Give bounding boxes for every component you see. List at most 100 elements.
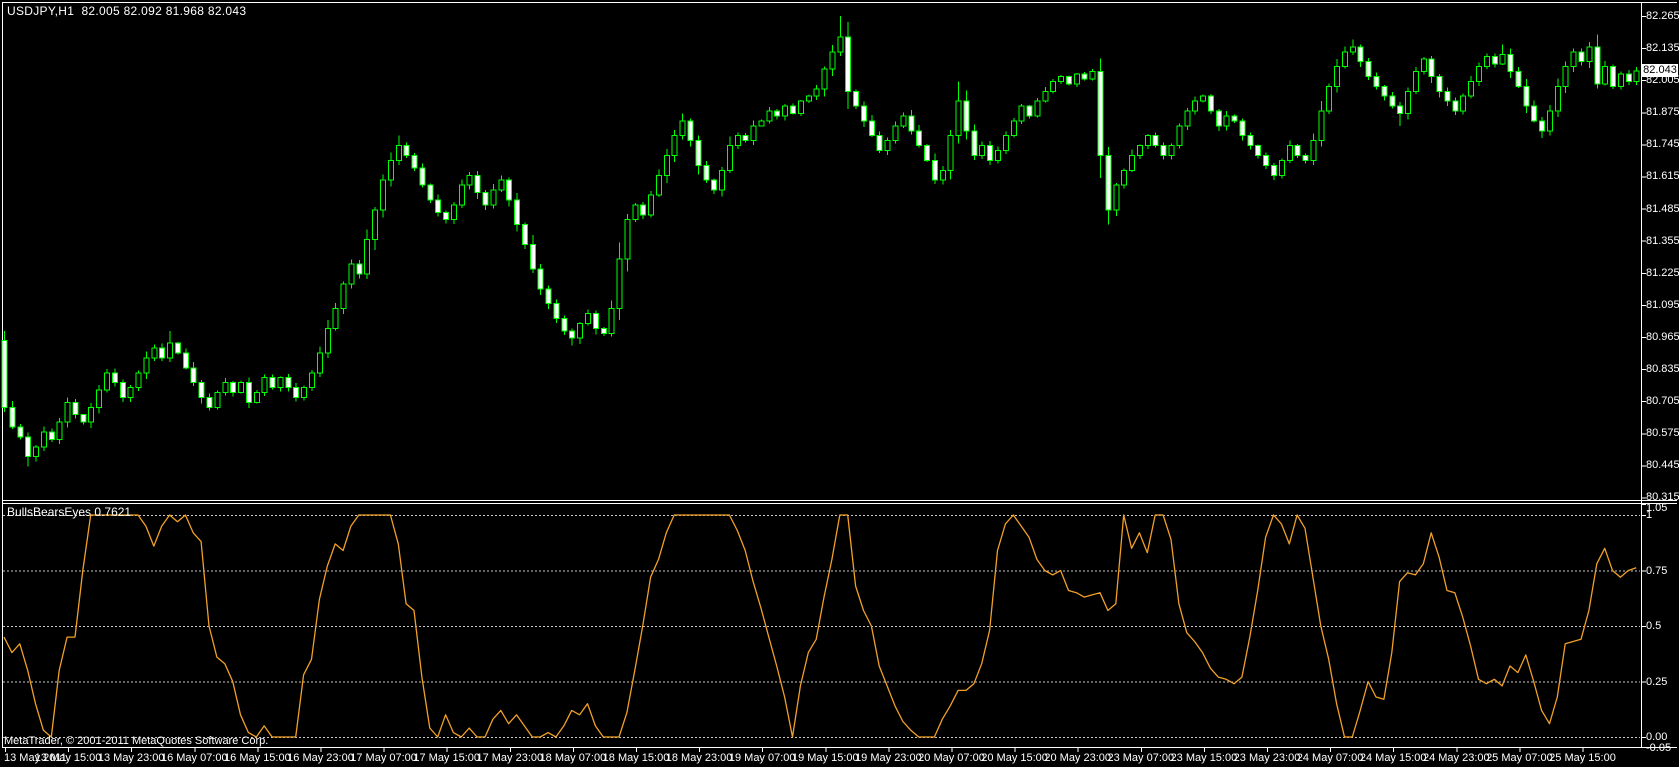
candle-bear <box>1264 155 1269 165</box>
candle-bull <box>302 388 307 398</box>
candle-bull <box>680 121 685 136</box>
time-axis-label: 20 May 07:00 <box>918 752 985 764</box>
candle-bull <box>1350 47 1355 52</box>
indicator-value: 0.7621 <box>94 505 131 519</box>
candle-bull <box>105 373 110 390</box>
indicator-axis-label: 0.5 <box>1646 620 1661 632</box>
candle-bear <box>246 383 251 403</box>
candle-bull <box>830 52 835 69</box>
candle-bull <box>649 195 654 215</box>
candle-bull <box>1484 57 1489 67</box>
candle-bear <box>1508 54 1513 71</box>
price-axis-label: 81.225 <box>1646 267 1679 279</box>
candle-bull <box>1193 101 1198 111</box>
candle-bull <box>1421 59 1426 71</box>
candle-bear <box>846 37 851 91</box>
time-axis-label: 18 May 07:00 <box>540 752 607 764</box>
candle-bull <box>759 121 764 126</box>
candle-bear <box>1540 121 1545 131</box>
candle-bull <box>451 205 456 220</box>
candle-bull <box>254 393 259 403</box>
candle-bear <box>1445 91 1450 101</box>
candle-bear <box>1208 96 1213 111</box>
candle-bear <box>420 168 425 185</box>
candle-bull <box>822 69 827 89</box>
indicator-name: BullsBearsEyes <box>7 505 91 519</box>
candle-bull <box>956 101 961 136</box>
candle-bull <box>136 373 141 388</box>
candle-bear <box>964 101 969 131</box>
candle-bear <box>1358 47 1363 62</box>
time-axis-label: 23 May 15:00 <box>1171 752 1238 764</box>
candle-bear <box>1295 146 1300 156</box>
candle-bull <box>223 383 228 393</box>
candle-bull <box>333 309 338 329</box>
candle-bear <box>1240 121 1245 136</box>
candle-bear <box>869 121 874 136</box>
candle-bull <box>34 447 39 457</box>
indicator-axis-label: 0.25 <box>1646 676 1667 688</box>
candle-bear <box>538 269 543 289</box>
candle-bear <box>704 165 709 180</box>
candle-bear <box>26 437 31 457</box>
candle-bull <box>1587 47 1592 62</box>
candle-bull <box>1003 136 1008 151</box>
candle-bull <box>396 146 401 161</box>
price-axis-label: 81.355 <box>1646 235 1679 247</box>
time-axis-label: 18 May 23:00 <box>666 752 733 764</box>
time-axis-label: 24 May 07:00 <box>1297 752 1364 764</box>
candle-bear <box>1516 72 1521 87</box>
candle-bull <box>380 180 385 210</box>
candle-bull <box>1224 116 1229 126</box>
candle-bull <box>1469 81 1474 96</box>
candle-bear <box>1382 86 1387 96</box>
candle-bear <box>191 368 196 383</box>
candle-bear <box>231 383 236 393</box>
time-axis-label: 16 May 07:00 <box>161 752 228 764</box>
candle-bear <box>1626 74 1631 81</box>
candle-bear <box>743 136 748 141</box>
candle-bear <box>1106 155 1111 209</box>
candle-bull <box>1043 91 1048 101</box>
candle-bull <box>89 407 94 422</box>
candle-bull <box>239 383 244 393</box>
candle-bear <box>404 146 409 156</box>
candle-bear <box>412 155 417 167</box>
candle-bull <box>656 175 661 195</box>
candle-bull <box>459 185 464 205</box>
candle-bull <box>798 101 803 113</box>
candle-bull <box>1618 74 1623 86</box>
chart-canvas[interactable] <box>0 0 1679 767</box>
price-axis-label: 80.965 <box>1646 331 1679 343</box>
price-axis-label: 80.575 <box>1646 427 1679 439</box>
candle-bear <box>286 378 291 388</box>
candle-bear <box>270 378 275 388</box>
candle-bull <box>980 146 985 156</box>
candle-bull <box>41 432 46 447</box>
candle-bull <box>365 239 370 274</box>
candle-bear <box>1161 146 1166 156</box>
price-axis-label: 80.835 <box>1646 363 1679 375</box>
candle-bull <box>1122 170 1127 185</box>
candle-bear <box>696 141 701 166</box>
candle-bull <box>1547 111 1552 131</box>
candle-bull <box>617 259 622 308</box>
price-axis-label: 80.445 <box>1646 459 1679 471</box>
candle-bull <box>1406 91 1411 113</box>
time-axis-label: 19 May 15:00 <box>792 752 859 764</box>
candle-bear <box>1453 101 1458 111</box>
current-price-box: 82.043 <box>1642 64 1678 77</box>
candle-bull <box>735 136 740 146</box>
price-axis-label: 82.265 <box>1646 10 1679 22</box>
candle-bear <box>1216 111 1221 126</box>
candle-bull <box>838 37 843 52</box>
candle-bull <box>1634 71 1639 82</box>
candle-bear <box>1232 116 1237 121</box>
indicator-axis-label: 1 <box>1646 509 1652 521</box>
indicator-legend: BullsBearsEyes 0.7621 <box>7 505 131 519</box>
indicator-axis-label: 0.75 <box>1646 565 1667 577</box>
candle-bull <box>373 210 378 240</box>
candle-bear <box>183 353 188 368</box>
candle-bull <box>885 141 890 151</box>
candle-bull <box>152 348 157 358</box>
